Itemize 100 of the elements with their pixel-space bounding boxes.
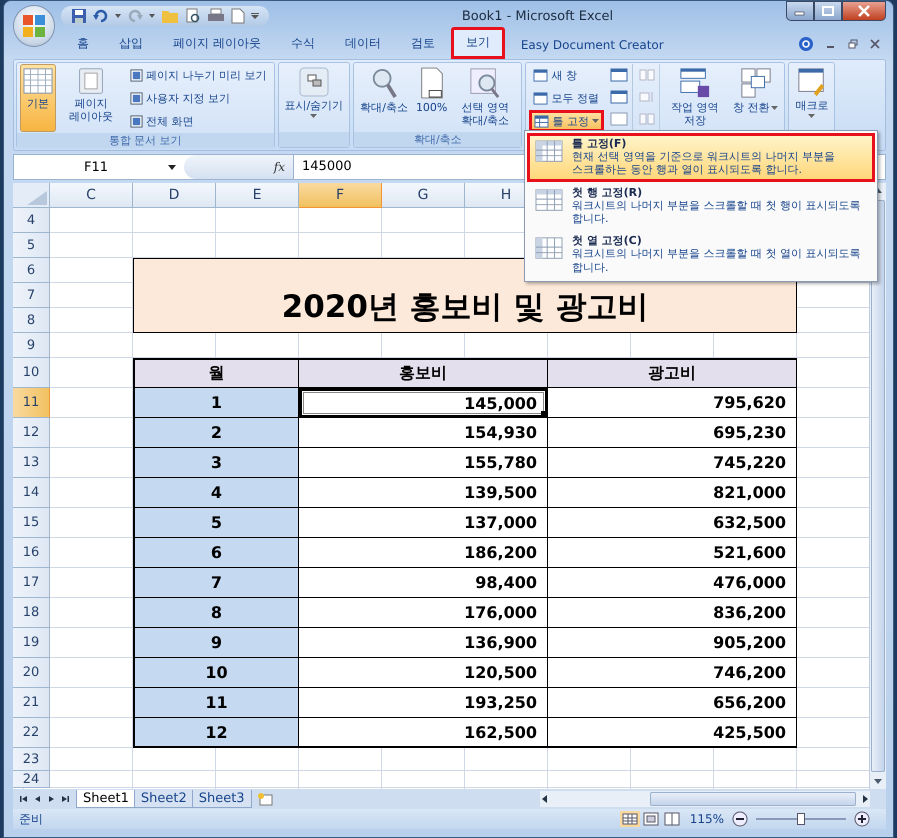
row-header[interactable]: 16 [13, 538, 50, 568]
page-layout-view-icon[interactable] [640, 811, 661, 827]
save-icon[interactable] [71, 8, 87, 24]
last-sheet-icon[interactable] [60, 794, 70, 804]
normal-view-icon[interactable] [620, 811, 640, 827]
row-header[interactable]: 7 [13, 283, 50, 308]
column-header[interactable]: E [216, 183, 299, 208]
row-header[interactable]: 11 [13, 388, 50, 418]
insert-function-button[interactable]: fx [274, 160, 285, 174]
row-header[interactable]: 8 [13, 308, 50, 333]
insert-sheet-icon[interactable] [256, 792, 274, 806]
window-icon [130, 92, 143, 104]
window-icon [130, 68, 143, 82]
view-option[interactable]: 페이지 나누기 미리 보기 [126, 64, 270, 86]
window-button[interactable]: 창 전환 [730, 64, 782, 118]
caret-icon[interactable] [149, 14, 155, 18]
sheet-tab[interactable]: Sheet2 [134, 790, 194, 808]
close-icon[interactable] [870, 39, 880, 49]
ribbon-tab[interactable]: 삽입 [105, 29, 157, 59]
column-header[interactable]: D [133, 183, 216, 208]
window-icon[interactable] [610, 112, 628, 126]
minimize-button[interactable] [786, 1, 814, 21]
row-header[interactable]: 19 [13, 628, 50, 658]
page-break-view-icon[interactable] [662, 811, 682, 827]
table-header-cell: 월 [133, 358, 299, 388]
group-label: 확대/축소 [354, 132, 522, 147]
ribbon-tab[interactable]: 보기 [450, 27, 505, 59]
row-header[interactable]: 5 [13, 233, 50, 258]
zoom-button[interactable]: 선택 영역 확대/축소 [452, 64, 518, 130]
office-button[interactable] [14, 6, 54, 46]
row-header[interactable]: 9 [13, 333, 50, 358]
undo-icon[interactable] [93, 8, 109, 24]
row-header[interactable]: 20 [13, 658, 50, 688]
first-sheet-icon[interactable] [19, 794, 29, 804]
window-button[interactable]: 작업 영역 저장 [662, 64, 728, 130]
row-header[interactable]: 22 [13, 718, 50, 748]
ribbon-tab[interactable]: Easy Document Creator [506, 32, 678, 59]
table-cell: 120,500 [299, 658, 548, 688]
close-button[interactable] [842, 1, 886, 21]
table-cell: 6 [133, 538, 299, 568]
row-header[interactable]: 21 [13, 688, 50, 718]
next-sheet-icon[interactable] [47, 794, 55, 804]
zoom-in-icon[interactable] [854, 811, 870, 827]
view-button[interactable]: 기본 [20, 64, 56, 132]
caret-icon[interactable] [115, 14, 121, 18]
print-preview-icon[interactable] [185, 8, 201, 24]
column-header[interactable]: F [299, 183, 382, 208]
row-header[interactable]: 17 [13, 568, 50, 598]
zoom-level[interactable]: 115% [690, 812, 724, 826]
ribbon-tab[interactable]: 수식 [276, 29, 329, 59]
vertical-scrollbar[interactable] [869, 183, 886, 789]
row-header[interactable]: 15 [13, 508, 50, 538]
window-option[interactable]: 모두 정렬 [529, 87, 604, 109]
unhide-window-icon[interactable] [610, 90, 628, 104]
help-icon[interactable] [798, 36, 814, 52]
window-icon [130, 114, 143, 128]
table-cell: 98,400 [299, 568, 548, 598]
row-header[interactable]: 4 [13, 208, 50, 233]
maximize-icon [822, 6, 834, 16]
customize-caret-icon[interactable] [251, 13, 259, 19]
ribbon-tab[interactable]: 데이터 [330, 29, 395, 59]
maximize-button[interactable] [814, 1, 842, 21]
table-cell: 9 [133, 628, 299, 658]
row-header[interactable]: 6 [13, 258, 50, 283]
menu-item[interactable]: 틀 고정(F) 현재 선택 영역을 기준으로 워크시트의 나머지 부분을 스크롤하는 동안 행과 열이 표시되도록 합니다. [527, 133, 875, 182]
hide-window-icon[interactable] [610, 68, 628, 82]
row-header[interactable]: 12 [13, 418, 50, 448]
view-option[interactable]: 전체 화면 [126, 110, 270, 132]
row-header[interactable]: 10 [13, 358, 50, 388]
window-option[interactable]: 틀 고정 [529, 110, 604, 132]
row-header[interactable]: 14 [13, 478, 50, 508]
zoom-slider-thumb[interactable] [797, 813, 805, 825]
page-icon [77, 67, 105, 95]
row-header[interactable]: 23 [13, 748, 50, 771]
window-title: Book1 - Microsoft Excel [460, 8, 614, 24]
menu-item-title: 첫 열 고정(C) [572, 234, 643, 248]
ribbon-tab[interactable]: 페이지 레이아웃 [159, 29, 275, 59]
column-header[interactable]: G [382, 183, 465, 208]
ribbon-tab[interactable]: 검토 [396, 29, 449, 59]
horizontal-scrollbar[interactable] [540, 791, 870, 807]
restore-icon[interactable] [848, 39, 858, 49]
zoom-out-icon[interactable] [732, 811, 748, 827]
zoom-button[interactable]: 확대/축소 [357, 64, 411, 118]
view-option[interactable]: 사용자 지정 보기 [126, 87, 270, 109]
column-header[interactable]: C [50, 183, 133, 208]
document-icon[interactable] [231, 8, 245, 24]
printer-icon[interactable] [207, 8, 225, 24]
zoom-button[interactable]: 100% [412, 64, 450, 118]
freeze-panes-icon [534, 139, 564, 165]
window-option[interactable]: 새 창 [529, 64, 604, 86]
previous-sheet-icon[interactable] [34, 794, 42, 804]
triangle-icon [27, 191, 47, 205]
sheet-tab[interactable]: Sheet3 [192, 790, 252, 808]
ribbon-tab[interactable]: 홈 [63, 29, 103, 59]
row-header[interactable]: 18 [13, 598, 50, 628]
name-box[interactable]: F11 [14, 155, 184, 179]
row-header[interactable]: 24 [13, 771, 50, 788]
view-button[interactable]: 페이지 레이아웃 [58, 64, 124, 126]
row-header[interactable]: 13 [13, 448, 50, 478]
sheet-tab[interactable]: Sheet1 [76, 790, 136, 808]
